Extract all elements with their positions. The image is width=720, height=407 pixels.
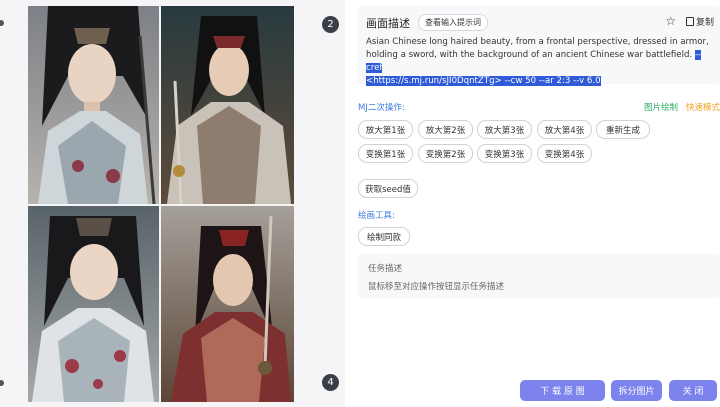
download-original-button[interactable]: 下 载 原 图	[520, 380, 605, 401]
close-button[interactable]: 关 闭	[669, 380, 717, 401]
description-actions: ☆ 复制	[665, 14, 714, 28]
upscale-1-button[interactable]: 放大第1张	[358, 120, 413, 139]
description-text-plain: Asian Chinese long haired beauty, from a…	[366, 37, 709, 60]
variation-3-button[interactable]: 变换第3张	[477, 144, 532, 163]
upscale-3-button[interactable]: 放大第3张	[477, 120, 532, 139]
generated-image-grid	[28, 6, 294, 402]
image-index-badge-bottom: 4	[322, 374, 339, 391]
description-title: 画面描述	[366, 16, 410, 30]
copy-button[interactable]: 复制	[685, 15, 714, 28]
generated-image-1[interactable]	[28, 6, 159, 204]
image-preview-panel: 2 4	[0, 0, 345, 407]
upscale-2-button[interactable]: 放大第2张	[418, 120, 473, 139]
image-detail-dialog: 2 4 画面描述 查看输入提示词 ☆ 复制 Asian Chinese long…	[0, 0, 720, 407]
generated-image-4[interactable]	[161, 206, 294, 402]
description-header: 画面描述 查看输入提示词	[366, 14, 488, 31]
split-image-button[interactable]: 拆分图片	[611, 380, 662, 401]
mode-links: 图片绘制 快速模式	[644, 101, 720, 113]
task-description-card: 任务描述 鼠标移至对应操作按钮显示任务描述	[357, 254, 720, 298]
generated-image-3[interactable]	[28, 206, 159, 402]
detail-panel: 画面描述 查看输入提示词 ☆ 复制 Asian Chinese long hai…	[357, 0, 720, 407]
variation-2-button[interactable]: 变换第2张	[418, 144, 473, 163]
star-icon[interactable]: ☆	[665, 14, 676, 28]
regenerate-button[interactable]: 重新生成	[596, 120, 650, 139]
get-seed-button[interactable]: 获取seed值	[358, 179, 418, 198]
image-index-badge-top: 2	[322, 16, 339, 33]
fast-mode-link[interactable]: 快速模式	[686, 101, 720, 113]
copy-icon	[685, 16, 694, 26]
upscale-4-button[interactable]: 放大第4张	[537, 120, 592, 139]
draw-tools-label: 绘画工具:	[358, 211, 395, 221]
variation-1-button[interactable]: 变换第1张	[358, 144, 413, 163]
task-hint: 鼠标移至对应操作按钮显示任务描述	[368, 282, 505, 292]
description-text-highlight-2: <https://s.mj.run/sJI0DqntZTg> --cw 50 -…	[366, 76, 601, 86]
generated-image-2[interactable]	[161, 6, 294, 204]
copy-label: 复制	[695, 17, 714, 28]
description-text: Asian Chinese long haired beauty, from a…	[366, 36, 716, 88]
task-title: 任务描述	[368, 264, 403, 274]
nav-dot-top	[0, 20, 4, 26]
draw-same-style-button[interactable]: 绘制同款	[358, 227, 410, 246]
view-prompt-button[interactable]: 查看输入提示词	[418, 14, 488, 31]
variation-4-button[interactable]: 变换第4张	[537, 144, 592, 163]
nav-dot-bottom	[0, 380, 4, 386]
mj-ops-label: MJ二次操作:	[358, 103, 405, 113]
description-card: 画面描述 查看输入提示词 ☆ 复制 Asian Chinese long hai…	[357, 6, 720, 86]
image-draw-link[interactable]: 图片绘制	[644, 101, 678, 113]
